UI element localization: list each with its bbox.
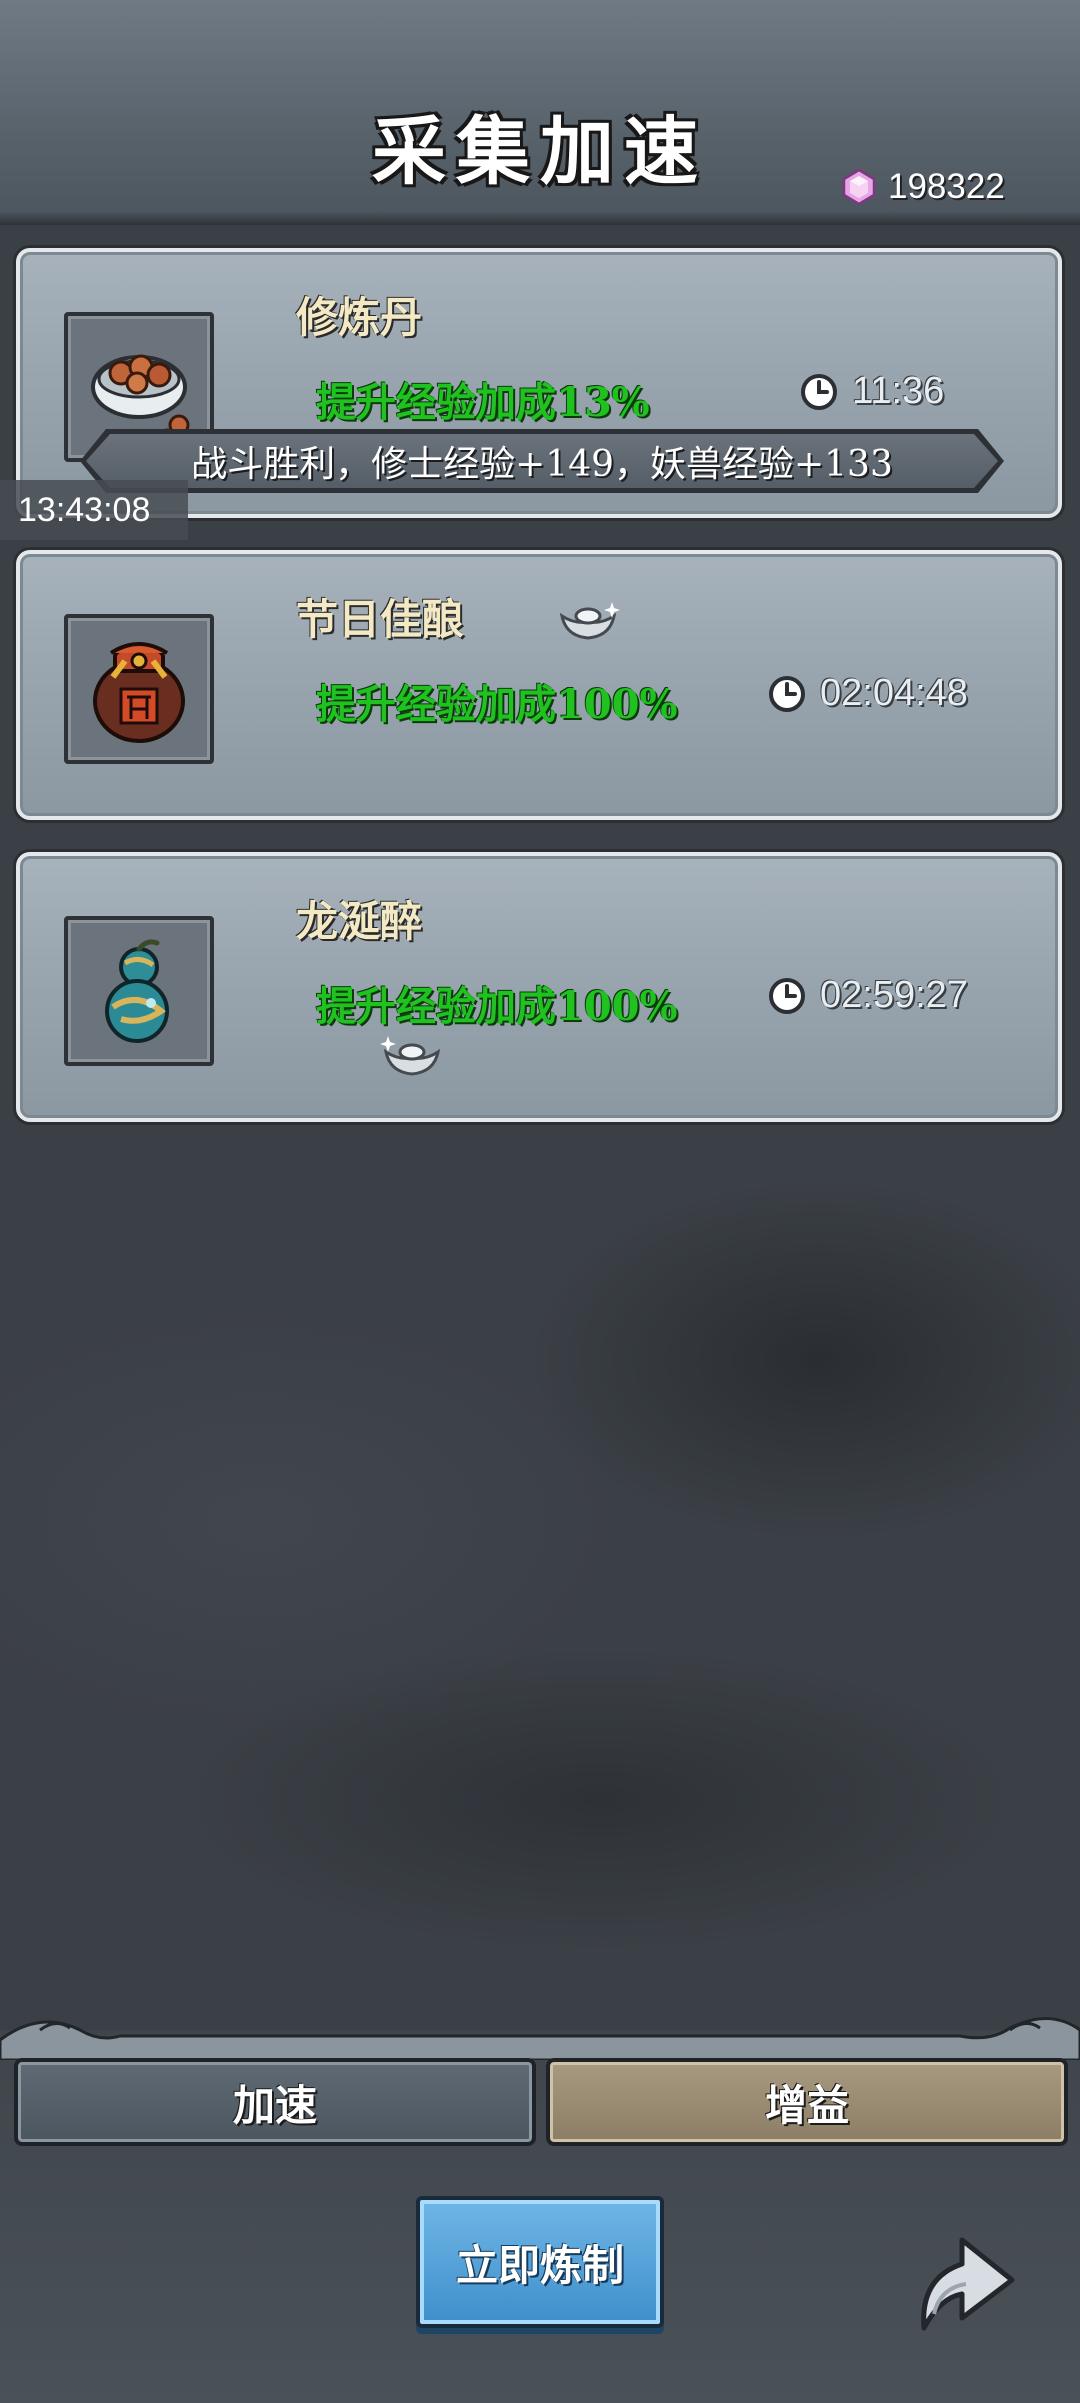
buff-card-3[interactable]: 龙涎醉 提升经验加成100% 02:59:27 xyxy=(16,852,1062,1122)
card-title: 修炼丹 xyxy=(296,293,423,342)
card-effect: 提升经验加成100% xyxy=(296,664,756,730)
clock-icon xyxy=(769,675,805,712)
clock-icon xyxy=(769,977,805,1014)
card-effect: 提升经验加成100% xyxy=(296,966,756,1032)
system-clock-text: 13:43:08 xyxy=(18,490,151,529)
silver-ingot-icon xyxy=(559,602,620,640)
timer-value: 02:04:48 xyxy=(820,672,968,714)
tab-speed[interactable]: 加速 xyxy=(14,2058,536,2146)
silver-ingot-icon xyxy=(380,1036,441,1076)
ink-mountain-background xyxy=(0,1100,1080,2000)
currency-value: 198322 xyxy=(888,167,1005,206)
item-slot[interactable] xyxy=(64,614,214,764)
timer-value: 11:36 xyxy=(852,370,945,412)
card-title: 龙涎醉 xyxy=(296,897,423,946)
buff-card-2[interactable]: 节日佳酿 提升经验加成100% 02:04:48 xyxy=(16,550,1062,820)
item-slot[interactable] xyxy=(64,916,214,1066)
pink-gem-icon xyxy=(840,168,878,206)
pill-bowl-icon xyxy=(91,354,190,445)
clock-icon xyxy=(801,373,837,410)
tab-buff[interactable]: 增益 xyxy=(546,2058,1068,2146)
currency-display: 198322 xyxy=(840,164,1005,210)
system-clock-overlay: 13:43:08 xyxy=(0,480,188,540)
card-effect: 提升经验加成13% xyxy=(296,362,756,428)
card-timer: 11:36 xyxy=(800,370,944,413)
craft-now-button[interactable]: 立即炼制 xyxy=(416,2196,664,2328)
return-arrow-icon[interactable] xyxy=(900,2218,1030,2348)
gourd-icon xyxy=(105,939,169,1043)
timer-value: 02:59:27 xyxy=(820,974,968,1016)
cloud-ornament xyxy=(0,2017,1080,2060)
notice-text: 战斗胜利，修士经验+149，妖兽经验+133 xyxy=(191,444,893,485)
card-title: 节日佳酿 xyxy=(296,595,465,644)
battle-notice-banner: 战斗胜利，修士经验+149，妖兽经验+133 xyxy=(86,434,998,488)
wine-jar-icon xyxy=(93,642,185,743)
card-timer: 02:59:27 xyxy=(768,974,968,1017)
card-timer: 02:04:48 xyxy=(768,672,968,715)
